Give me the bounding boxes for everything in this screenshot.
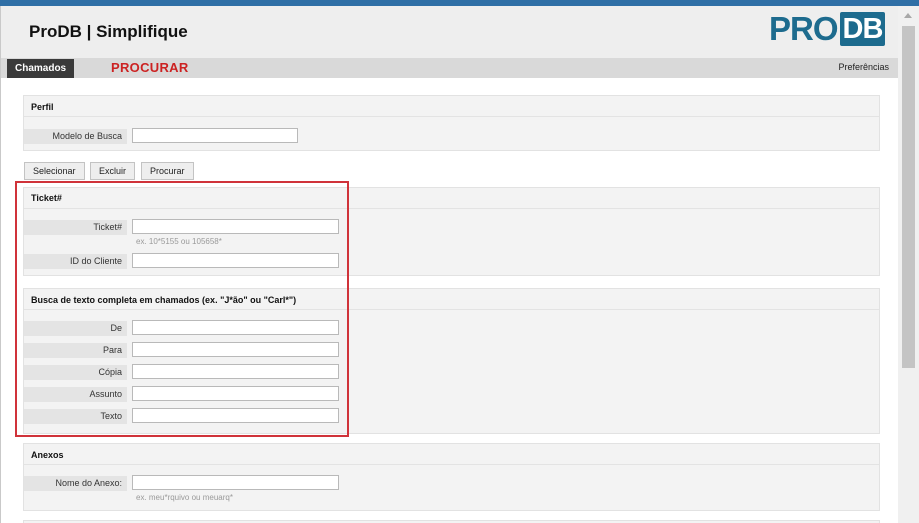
- highlight-box: [15, 181, 349, 437]
- search-template-label: Modelo de Busca: [24, 129, 127, 144]
- nav-bar: Chamados PROCURAR Preferências: [1, 58, 899, 78]
- attachment-name-label: Nome do Anexo:: [24, 476, 127, 491]
- logo-pro-text: PRO: [769, 10, 839, 47]
- divider: [24, 116, 879, 117]
- divider: [24, 464, 879, 465]
- perfil-title: Perfil: [31, 102, 54, 112]
- select-button[interactable]: Selecionar: [24, 162, 85, 180]
- perfil-panel: Perfil Modelo de Busca: [23, 95, 880, 151]
- attachment-name-hint: ex. meu*rquivo ou meuarq*: [136, 493, 233, 502]
- app-header: ProDB | Simplifique PRO DB: [1, 6, 899, 58]
- search-template-select[interactable]: [132, 128, 298, 143]
- search-button[interactable]: Procurar: [141, 162, 194, 180]
- attachments-title: Anexos: [31, 450, 64, 460]
- procurar-annotation: PROCURAR: [111, 60, 189, 75]
- scroll-up-icon[interactable]: [904, 13, 912, 18]
- app-title: ProDB | Simplifique: [29, 22, 188, 41]
- app-frame: ProDB | Simplifique PRO DB Chamados PROC…: [0, 6, 899, 523]
- tab-chamados[interactable]: Chamados: [7, 59, 75, 78]
- scrollbar-thumb[interactable]: [902, 26, 915, 368]
- attachment-name-input[interactable]: [132, 475, 339, 490]
- preferences-link[interactable]: Preferências: [838, 62, 889, 72]
- delete-button[interactable]: Excluir: [90, 162, 136, 180]
- prodb-logo[interactable]: PRO DB: [769, 10, 886, 47]
- vertical-scrollbar[interactable]: [898, 6, 919, 523]
- logo-db-text: DB: [839, 12, 886, 46]
- attachments-panel: Anexos Nome do Anexo: ex. meu*rquivo ou …: [23, 443, 880, 511]
